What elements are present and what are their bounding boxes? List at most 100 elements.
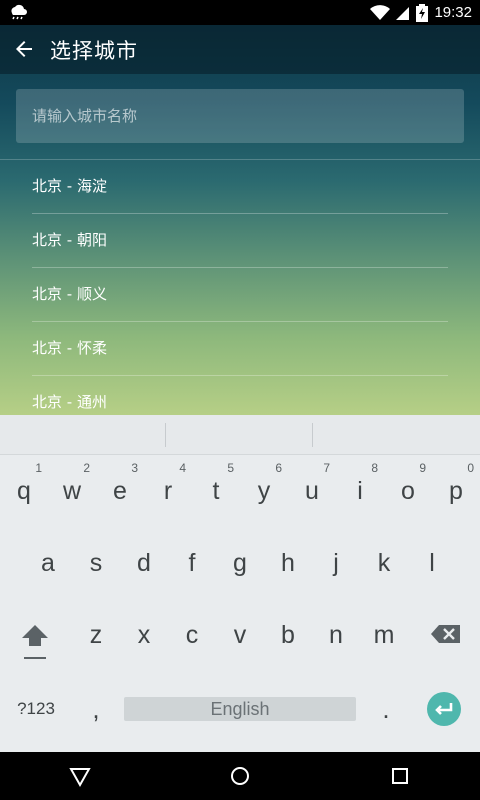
key-t[interactable]: t5 bbox=[192, 459, 240, 515]
key-hint: 7 bbox=[323, 461, 330, 475]
key-char: x bbox=[137, 621, 151, 649]
key-char: o bbox=[401, 477, 415, 505]
arrow-back-icon[interactable] bbox=[12, 37, 36, 61]
key-p[interactable]: p0 bbox=[432, 459, 480, 515]
key-char: h bbox=[281, 549, 295, 577]
key-k[interactable]: k bbox=[360, 537, 408, 593]
search-box bbox=[16, 89, 464, 143]
city-label: 北京 - 通州 bbox=[32, 393, 107, 411]
nav-recents-icon[interactable] bbox=[386, 762, 414, 790]
city-label: 北京 - 朝阳 bbox=[32, 231, 107, 249]
status-bar: 19:32 bbox=[0, 0, 480, 25]
suggestion-divider bbox=[312, 423, 313, 447]
key-hint: 5 bbox=[227, 461, 234, 475]
key-hint: 1 bbox=[35, 461, 42, 475]
key-char: b bbox=[281, 621, 295, 649]
key-char: i bbox=[357, 477, 363, 505]
shift-icon[interactable] bbox=[18, 621, 52, 661]
key-d[interactable]: d bbox=[120, 537, 168, 593]
key-v[interactable]: v bbox=[216, 609, 264, 665]
wifi-icon bbox=[370, 4, 391, 20]
nav-back-icon[interactable] bbox=[66, 762, 94, 790]
key-char: s bbox=[89, 549, 103, 577]
key-hint: 3 bbox=[131, 461, 138, 475]
key-m[interactable]: m bbox=[360, 609, 408, 665]
list-item[interactable]: 北京 - 朝阳 bbox=[0, 214, 480, 268]
key-z[interactable]: z bbox=[72, 609, 120, 665]
backspace-icon[interactable] bbox=[430, 623, 462, 645]
symbols-key[interactable]: ?123 bbox=[6, 694, 66, 724]
key-y[interactable]: y6 bbox=[240, 459, 288, 515]
weather-rain-icon bbox=[11, 4, 27, 20]
key-hint: 9 bbox=[419, 461, 426, 475]
status-time: 19:32 bbox=[434, 4, 472, 21]
key-r[interactable]: r4 bbox=[144, 459, 192, 515]
city-label: 北京 - 怀柔 bbox=[32, 339, 107, 357]
key-hint: 0 bbox=[467, 461, 474, 475]
key-char: m bbox=[373, 621, 395, 649]
key-x[interactable]: x bbox=[120, 609, 168, 665]
cell-signal-icon bbox=[396, 6, 410, 20]
key-j[interactable]: j bbox=[312, 537, 360, 593]
key-hint: 6 bbox=[275, 461, 282, 475]
system-nav-bar bbox=[0, 752, 480, 800]
enter-icon bbox=[435, 703, 453, 715]
toolbar: 选择城市 bbox=[0, 25, 480, 74]
key-char: r bbox=[163, 477, 173, 505]
key-b[interactable]: b bbox=[264, 609, 312, 665]
key-s[interactable]: s bbox=[72, 537, 120, 593]
key-hint: 4 bbox=[179, 461, 186, 475]
city-label: 北京 - 海淀 bbox=[32, 177, 107, 195]
key-char: z bbox=[89, 621, 103, 649]
city-search-input[interactable] bbox=[32, 89, 452, 143]
key-h[interactable]: h bbox=[264, 537, 312, 593]
key-char: j bbox=[333, 549, 339, 577]
key-q[interactable]: q1 bbox=[0, 459, 48, 515]
key-hint: 8 bbox=[371, 461, 378, 475]
key-n[interactable]: n bbox=[312, 609, 360, 665]
key-char: l bbox=[429, 549, 435, 577]
key-char: t bbox=[212, 477, 220, 505]
key-u[interactable]: u7 bbox=[288, 459, 336, 515]
key-char: e bbox=[113, 477, 127, 505]
key-char: d bbox=[137, 549, 151, 577]
city-label: 北京 - 顺义 bbox=[32, 285, 107, 303]
list-item[interactable]: 北京 - 顺义 bbox=[0, 268, 480, 322]
key-l[interactable]: l bbox=[408, 537, 456, 593]
comma-key[interactable]: , bbox=[72, 685, 120, 733]
city-picker-screen: 选择城市 北京 - 海淀 北京 - 朝阳 北京 - 顺义 北京 - 怀柔 北京 … bbox=[0, 25, 480, 415]
nav-home-icon[interactable] bbox=[226, 762, 254, 790]
key-char: v bbox=[233, 621, 247, 649]
key-a[interactable]: a bbox=[24, 537, 72, 593]
key-i[interactable]: i8 bbox=[336, 459, 384, 515]
key-char: k bbox=[377, 549, 391, 577]
key-char: p bbox=[449, 477, 463, 505]
soft-keyboard: q1w2e3r4t5y6u7i8o9p0 asdfghjkl zxcvbnm ?… bbox=[0, 415, 480, 752]
suggestion-divider bbox=[165, 423, 166, 447]
key-hint: 2 bbox=[83, 461, 90, 475]
key-char: w bbox=[62, 477, 82, 505]
key-char: c bbox=[185, 621, 199, 649]
space-key[interactable]: English bbox=[124, 697, 356, 721]
key-char: n bbox=[329, 621, 343, 649]
key-char: g bbox=[233, 549, 247, 577]
list-item[interactable]: 北京 - 海淀 bbox=[0, 160, 480, 214]
key-char: q bbox=[17, 477, 31, 505]
key-e[interactable]: e3 bbox=[96, 459, 144, 515]
enter-key[interactable] bbox=[427, 692, 461, 726]
key-c[interactable]: c bbox=[168, 609, 216, 665]
key-char: a bbox=[41, 549, 55, 577]
key-f[interactable]: f bbox=[168, 537, 216, 593]
period-key[interactable]: . bbox=[362, 685, 410, 733]
key-g[interactable]: g bbox=[216, 537, 264, 593]
key-char: y bbox=[257, 477, 271, 505]
city-list: 北京 - 海淀 北京 - 朝阳 北京 - 顺义 北京 - 怀柔 北京 - 通州 bbox=[0, 160, 480, 430]
key-w[interactable]: w2 bbox=[48, 459, 96, 515]
key-char: u bbox=[305, 477, 319, 505]
key-o[interactable]: o9 bbox=[384, 459, 432, 515]
page-title: 选择城市 bbox=[50, 39, 138, 63]
suggestion-strip[interactable] bbox=[0, 415, 480, 455]
battery-charging-icon bbox=[416, 3, 429, 22]
list-item[interactable]: 北京 - 怀柔 bbox=[0, 322, 480, 376]
key-char: f bbox=[188, 549, 196, 577]
